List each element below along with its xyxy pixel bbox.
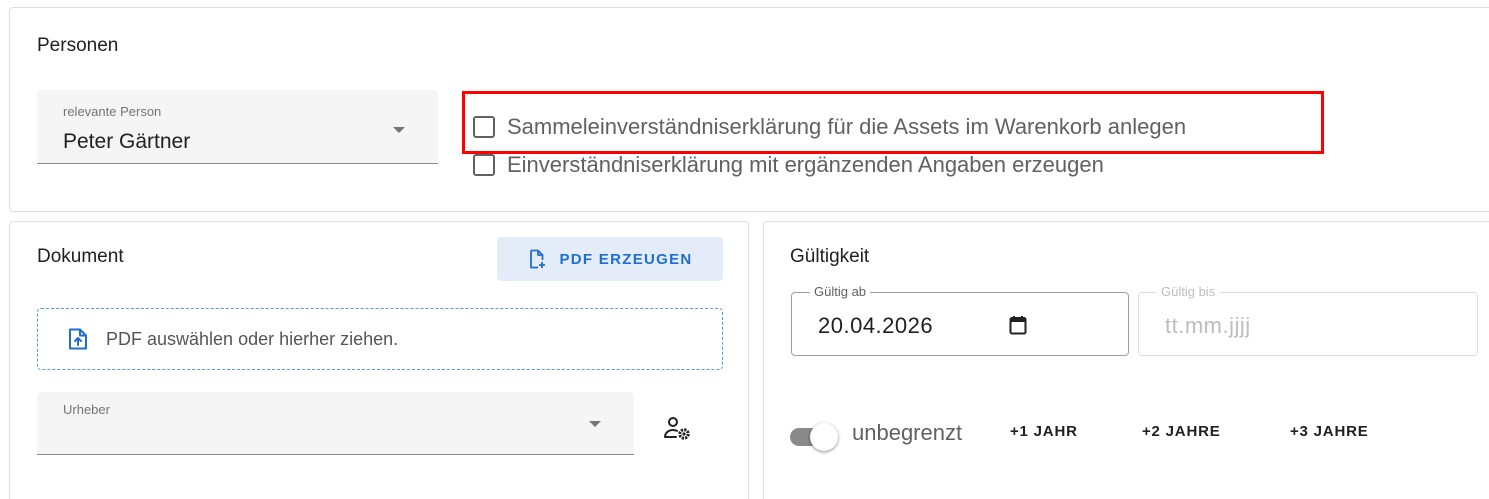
file-plus-icon [530, 249, 546, 269]
gueltig-bis-placeholder: tt.mm.jjjj [1165, 313, 1251, 338]
dokument-card: Dokument PDF ERZEUGEN PDF auswählen oder… [9, 221, 749, 499]
unbegrenzt-toggle[interactable] [790, 422, 850, 452]
urheber-label: Urheber [63, 402, 110, 417]
pdf-dropzone[interactable]: PDF auswählen oder hierher ziehen. [37, 308, 723, 370]
relevante-person-label: relevante Person [63, 104, 162, 119]
dropzone-text: PDF auswählen oder hierher ziehen. [106, 328, 399, 349]
sammel-checkbox-row[interactable]: Sammeleinverständniserklärung für die As… [473, 114, 1186, 140]
pdf-erzeugen-button[interactable]: PDF ERZEUGEN [497, 237, 723, 281]
dokument-title: Dokument [37, 246, 124, 267]
chevron-down-icon [393, 127, 405, 133]
unbegrenzt-label: unbegrenzt [852, 420, 963, 445]
sammel-checkbox[interactable] [473, 116, 495, 138]
gueltig-bis-label: Gültig bis [1157, 284, 1220, 299]
file-upload-icon [69, 328, 87, 350]
plus-2-jahre-button[interactable]: +2 JAHRE [1142, 423, 1221, 440]
gueltigkeit-title: Gültigkeit [790, 246, 870, 267]
manage-authors-button[interactable] [658, 412, 698, 446]
gueltigkeit-card: Gültigkeit Gültig ab 20.04.2026 Gültig b… [763, 221, 1489, 499]
personen-card: Personen relevante Person Peter Gärtner … [9, 7, 1489, 212]
calendar-icon[interactable] [1009, 315, 1027, 335]
gueltig-ab-field[interactable]: Gültig ab 20.04.2026 [791, 284, 1129, 356]
sammel-checkbox-label: Sammeleinverständniserklärung für die As… [507, 114, 1187, 139]
ergaenzend-checkbox-row[interactable]: Einverständniserklärung mit ergänzenden … [473, 152, 1104, 178]
ergaenzend-checkbox-label: Einverständniserklärung mit ergänzenden … [507, 152, 1104, 177]
gueltig-ab-value: 20.04.2026 [818, 313, 934, 338]
gueltig-ab-label: Gültig ab [810, 284, 871, 299]
urheber-select[interactable]: Urheber [37, 392, 634, 455]
plus-3-jahre-button[interactable]: +3 JAHRE [1290, 423, 1369, 440]
pdf-erzeugen-label: PDF ERZEUGEN [559, 250, 693, 268]
toggle-thumb [810, 423, 838, 451]
plus-1-jahr-button[interactable]: +1 JAHR [1010, 423, 1078, 440]
relevante-person-value: Peter Gärtner [63, 130, 191, 153]
person-settings-icon [664, 417, 690, 440]
personen-title: Personen [37, 35, 119, 56]
chevron-down-icon [589, 421, 601, 427]
gueltig-bis-field[interactable]: Gültig bis tt.mm.jjjj [1138, 284, 1478, 356]
ergaenzend-checkbox[interactable] [473, 154, 495, 176]
relevante-person-select[interactable]: relevante Person Peter Gärtner [37, 90, 438, 164]
